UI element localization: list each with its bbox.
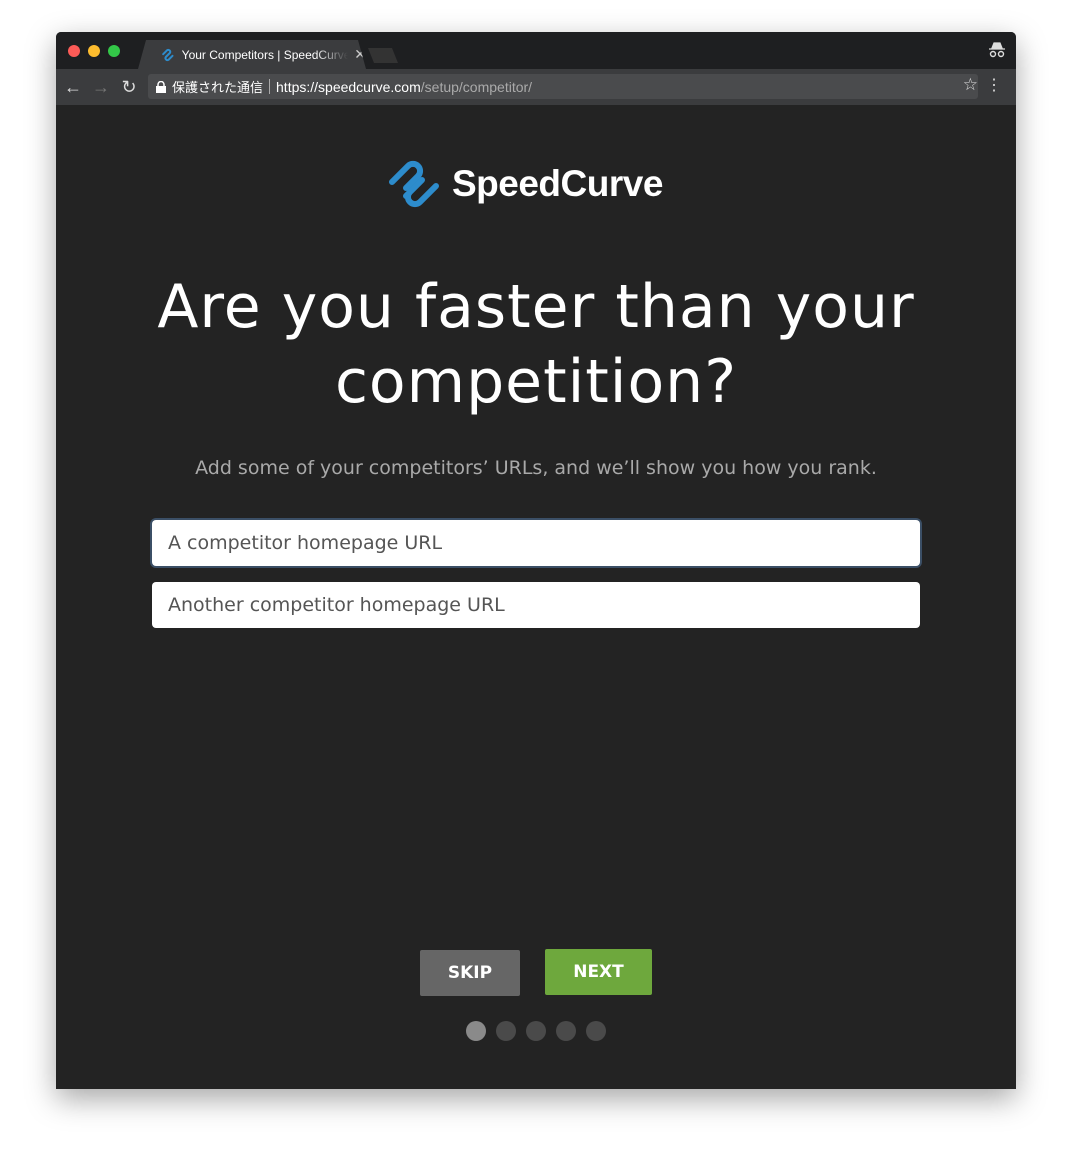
lock-icon (156, 80, 166, 93)
security-label: 保護された通信 (172, 80, 264, 95)
next-button[interactable]: NEXT (545, 949, 652, 995)
step-dot-3[interactable] (526, 1021, 546, 1041)
maximize-window-button[interactable] (108, 45, 120, 57)
address-bar[interactable]: 保護された通信 https://speedcurve.com/setup/com… (148, 74, 978, 99)
step-dot-2[interactable] (496, 1021, 516, 1041)
browser-toolbar: ← → ↻ 保護された通信 https://speedcurve.com/set… (56, 69, 1016, 105)
step-indicator (466, 1021, 606, 1041)
forward-arrow-icon[interactable]: → (87, 77, 115, 98)
page-title: Are you faster than your competition? (157, 272, 915, 417)
browser-window: Your Competitors | SpeedCurve ✕ ← → ↻ 保護… (56, 32, 1016, 1089)
reload-icon[interactable]: ↻ (115, 77, 143, 98)
minimize-window-button[interactable] (88, 45, 100, 57)
new-tab-button[interactable] (368, 48, 398, 63)
tab-active[interactable]: Your Competitors | SpeedCurve ✕ (138, 40, 366, 69)
step-dot-4[interactable] (556, 1021, 576, 1041)
bookmark-star-icon[interactable]: ☆ (963, 75, 978, 95)
window-controls (68, 45, 120, 57)
competitor-url-input-1[interactable] (152, 520, 920, 566)
tab-bar: Your Competitors | SpeedCurve ✕ (56, 32, 1016, 69)
logo-text: SpeedCurve (452, 163, 663, 204)
back-arrow-icon[interactable]: ← (59, 77, 87, 98)
divider (269, 79, 271, 94)
more-menu-icon[interactable]: ⋮ (986, 75, 1002, 95)
url-path: /setup/competitor/ (420, 78, 533, 95)
competitor-url-input-2[interactable] (152, 582, 920, 628)
skip-button[interactable]: SKIP (420, 950, 520, 996)
speedcurve-favicon-icon (162, 48, 174, 61)
close-window-button[interactable] (68, 45, 80, 57)
logo: SpeedCurve (386, 156, 663, 212)
step-dot-1[interactable] (466, 1021, 486, 1041)
speedcurve-logo-icon (389, 160, 439, 208)
tab-title: Your Competitors | SpeedCurve (181, 47, 349, 62)
incognito-icon (989, 42, 1005, 58)
tab-close-icon[interactable]: ✕ (354, 46, 366, 63)
step-dot-5[interactable] (586, 1021, 606, 1041)
page-subtitle: Add some of your competitors’ URLs, and … (195, 457, 877, 479)
url-host: https://speedcurve.com (276, 78, 421, 95)
